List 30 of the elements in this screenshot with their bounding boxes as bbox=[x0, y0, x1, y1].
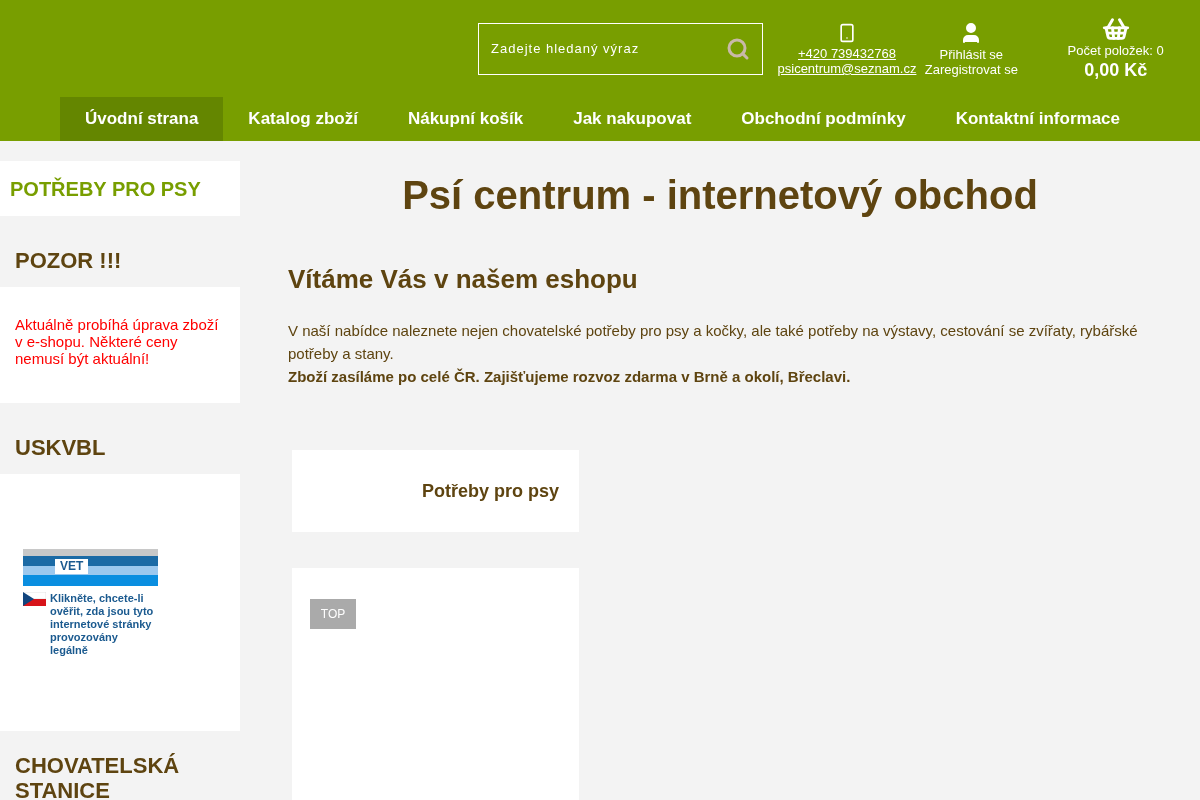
cart-count: Počet položek: 0 bbox=[1067, 43, 1164, 58]
email-link[interactable]: psicentrum@seznam.cz bbox=[777, 61, 917, 76]
nav-tab[interactable]: Nákupní košík bbox=[382, 97, 549, 141]
category-card[interactable]: Potřeby pro psy bbox=[292, 450, 579, 532]
welcome-heading: Vítáme Vás v našem eshopu bbox=[288, 263, 639, 296]
category-card-title: Potřeby pro psy bbox=[421, 479, 559, 503]
search-icon[interactable] bbox=[725, 36, 750, 61]
shipping-note: Zboží zasíláme po celé ČR. Zajišťujeme rozvoz zdarma v Brně a okolí, Břeclavi. bbox=[288, 367, 852, 387]
nav-tab[interactable]: Kontaktní informace bbox=[930, 97, 1145, 141]
page-title: Psí centrum - internetový obchod bbox=[401, 172, 1039, 219]
search-input[interactable]: Zadejte hledaný výraz bbox=[491, 38, 726, 59]
category-link[interactable]: POTŘEBY PRO PSY bbox=[10, 173, 201, 204]
flag-icon bbox=[23, 591, 46, 606]
notice-text: Aktuálně probíhá úprava zboží v e-shopu. Některé ceny nemusí být aktuální! bbox=[15, 316, 220, 367]
badge-text: Klikněte, chcete-li ověřit, zda jsou tyto internetové stránky provozovány legálně bbox=[50, 591, 155, 657]
nav-tab[interactable]: Úvodní strana bbox=[60, 97, 224, 141]
nav-tab[interactable]: Jak nakupovat bbox=[548, 97, 717, 141]
cart-total: 0,00 Kč bbox=[1084, 59, 1148, 82]
section-heading: CHOVATELSKÁ STANICE bbox=[14, 752, 181, 800]
register-link[interactable]: Zaregistrovat se bbox=[924, 61, 1018, 77]
section-heading: POZOR !!! bbox=[14, 247, 123, 275]
nav-tab[interactable]: Katalog zboží bbox=[223, 97, 383, 141]
intro-paragraph: V naší nabídce naleznete nejen chovatelské potřeby pro psy a kočky, ale také potřeby na výstavy, cestování se zvířaty, rybářské potřeby a stany. bbox=[288, 321, 1139, 364]
phone-link[interactable]: +420 739432768 bbox=[798, 46, 896, 61]
login-link[interactable]: Přihlásit se bbox=[939, 46, 1004, 62]
section-heading: USKVBL bbox=[14, 434, 107, 462]
nav-tab[interactable]: Obchodní podmínky bbox=[716, 97, 931, 141]
search-field[interactable]: Zadejte hledaný výraz bbox=[478, 22, 763, 75]
top-button[interactable]: TOP bbox=[310, 599, 356, 629]
vet-badge[interactable]: VET Klikněte, chcete-li ověřit, zda jsou tyto internetové stránky provozovány legálně bbox=[23, 548, 158, 657]
